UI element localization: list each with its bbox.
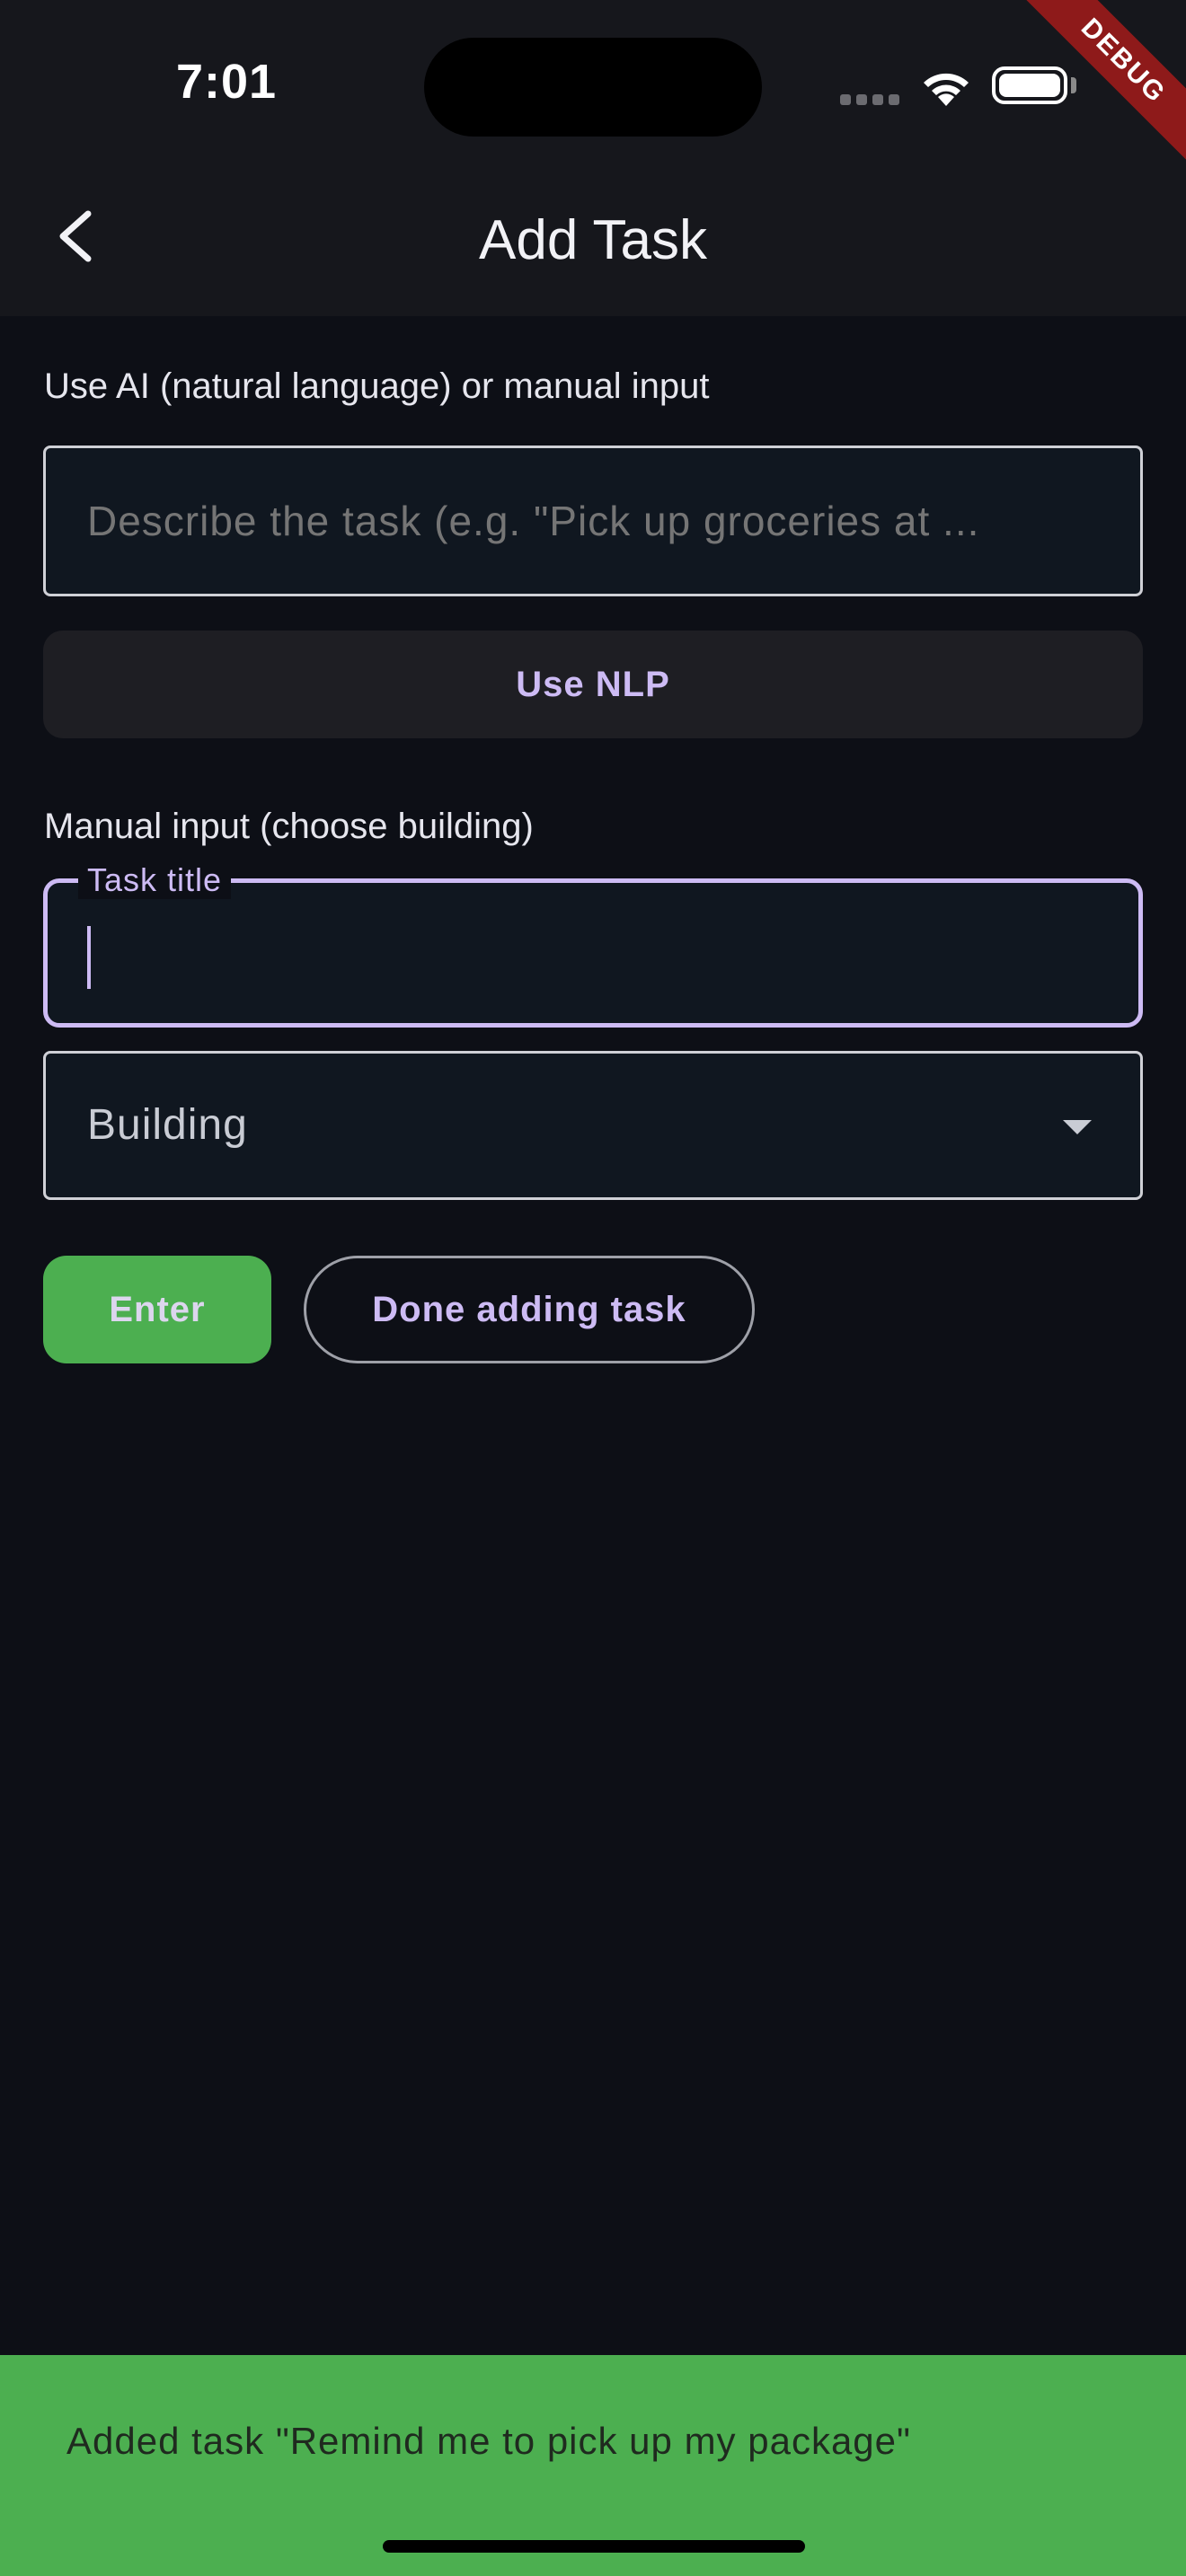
use-nlp-button[interactable]: Use NLP [43, 631, 1143, 738]
wifi-icon [924, 73, 969, 106]
building-placeholder: Building [87, 1101, 248, 1149]
manual-section-label: Manual input (choose building) [44, 807, 534, 846]
status-time: 7:01 [176, 55, 278, 109]
page-title: Add Task [479, 209, 707, 271]
cellular-signal-icon [840, 94, 901, 105]
done-adding-task-button[interactable]: Done adding task [304, 1256, 755, 1363]
battery-icon [992, 66, 1067, 104]
home-indicator[interactable] [383, 2540, 805, 2553]
task-title-label: Task title [78, 861, 232, 899]
text-cursor [87, 926, 91, 989]
enter-button[interactable]: Enter [43, 1256, 271, 1363]
task-title-field[interactable]: Task title [43, 861, 1143, 1028]
snackbar-message: Added task "Remind me to pick up my pack… [66, 2420, 911, 2462]
ai-section-label: Use AI (natural language) or manual inpu… [44, 366, 710, 406]
app-bar: Add Task [0, 171, 1186, 316]
dropdown-arrow-icon [1063, 1120, 1092, 1134]
dynamic-island [424, 38, 762, 137]
nlp-task-input[interactable] [43, 446, 1143, 596]
battery-cap [1071, 77, 1076, 93]
building-dropdown[interactable]: Building [43, 1051, 1143, 1200]
status-bar: 7:01 DEBUG [0, 0, 1186, 194]
